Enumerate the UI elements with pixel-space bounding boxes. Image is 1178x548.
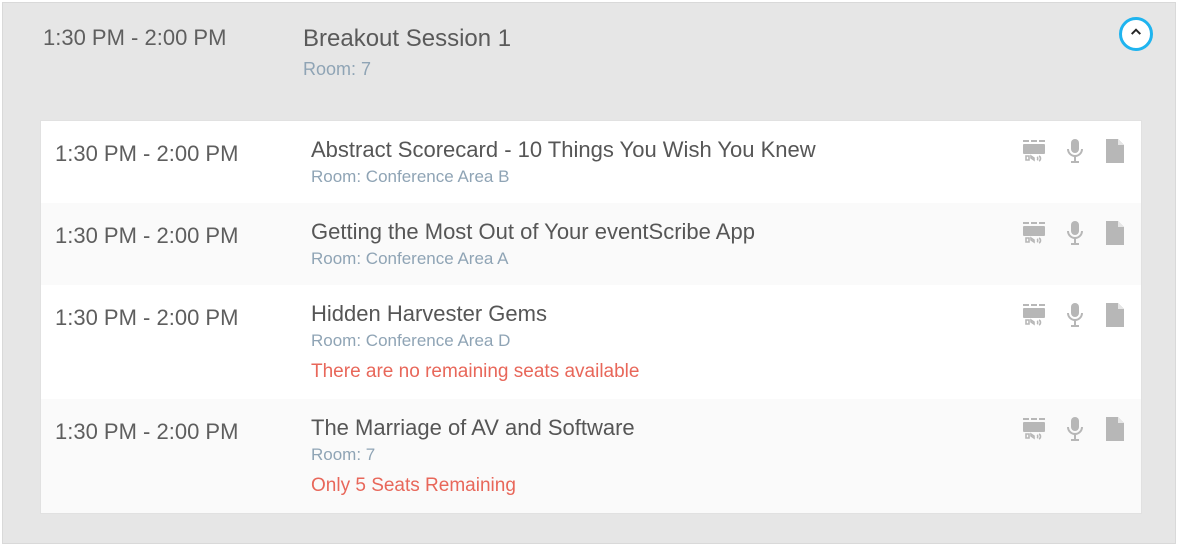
session-time: 1:30 PM - 2:00 PM <box>55 219 311 249</box>
session-seat-warning: Only 5 Seats Remaining <box>311 475 1001 497</box>
collapse-button[interactable] <box>1119 17 1153 51</box>
session-row[interactable]: 1:30 PM - 2:00 PM Abstract Scorecard - 1… <box>41 121 1141 203</box>
presentation-audio-icon[interactable] <box>1023 221 1047 245</box>
session-room: Room: Conference Area D <box>311 331 1001 351</box>
parent-session-row: 1:30 PM - 2:00 PM Breakout Session 1 Roo… <box>3 3 1175 116</box>
microphone-icon[interactable] <box>1063 221 1087 245</box>
session-list: 1:30 PM - 2:00 PM Abstract Scorecard - 1… <box>41 121 1141 513</box>
schedule-panel: 1:30 PM - 2:00 PM Breakout Session 1 Roo… <box>2 2 1176 544</box>
session-body: Getting the Most Out of Your eventScribe… <box>311 219 1001 269</box>
session-title: The Marriage of AV and Software <box>311 415 1001 441</box>
session-body: Abstract Scorecard - 10 Things You Wish … <box>311 137 1001 187</box>
presentation-audio-icon[interactable] <box>1023 303 1047 327</box>
session-room: Room: Conference Area A <box>311 249 1001 269</box>
parent-session-title: Breakout Session 1 <box>303 25 1085 53</box>
microphone-icon[interactable] <box>1063 417 1087 441</box>
session-body: The Marriage of AV and Software Room: 7 … <box>311 415 1001 497</box>
session-time: 1:30 PM - 2:00 PM <box>55 415 311 445</box>
document-icon[interactable] <box>1103 303 1127 327</box>
session-row[interactable]: 1:30 PM - 2:00 PM Getting the Most Out o… <box>41 203 1141 285</box>
parent-session-time: 1:30 PM - 2:00 PM <box>43 25 226 51</box>
session-icons <box>1023 221 1127 245</box>
session-icons <box>1023 417 1127 441</box>
session-row[interactable]: 1:30 PM - 2:00 PM The Marriage of AV and… <box>41 399 1141 513</box>
session-row[interactable]: 1:30 PM - 2:00 PM Hidden Harvester Gems … <box>41 285 1141 399</box>
session-title: Abstract Scorecard - 10 Things You Wish … <box>311 137 1001 163</box>
session-title: Getting the Most Out of Your eventScribe… <box>311 219 1001 245</box>
session-room: Room: 7 <box>311 445 1001 465</box>
chevron-up-icon <box>1128 24 1144 45</box>
session-seat-warning: There are no remaining seats available <box>311 361 1001 383</box>
microphone-icon[interactable] <box>1063 303 1087 327</box>
session-time: 1:30 PM - 2:00 PM <box>55 301 311 331</box>
session-body: Hidden Harvester Gems Room: Conference A… <box>311 301 1001 383</box>
session-title: Hidden Harvester Gems <box>311 301 1001 327</box>
parent-session-room: Room: 7 <box>303 59 1085 80</box>
microphone-icon[interactable] <box>1063 139 1087 163</box>
session-time: 1:30 PM - 2:00 PM <box>55 137 311 167</box>
session-icons <box>1023 303 1127 327</box>
presentation-audio-icon[interactable] <box>1023 417 1047 441</box>
session-room: Room: Conference Area B <box>311 167 1001 187</box>
session-icons <box>1023 139 1127 163</box>
document-icon[interactable] <box>1103 221 1127 245</box>
document-icon[interactable] <box>1103 417 1127 441</box>
document-icon[interactable] <box>1103 139 1127 163</box>
presentation-audio-icon[interactable] <box>1023 139 1047 163</box>
